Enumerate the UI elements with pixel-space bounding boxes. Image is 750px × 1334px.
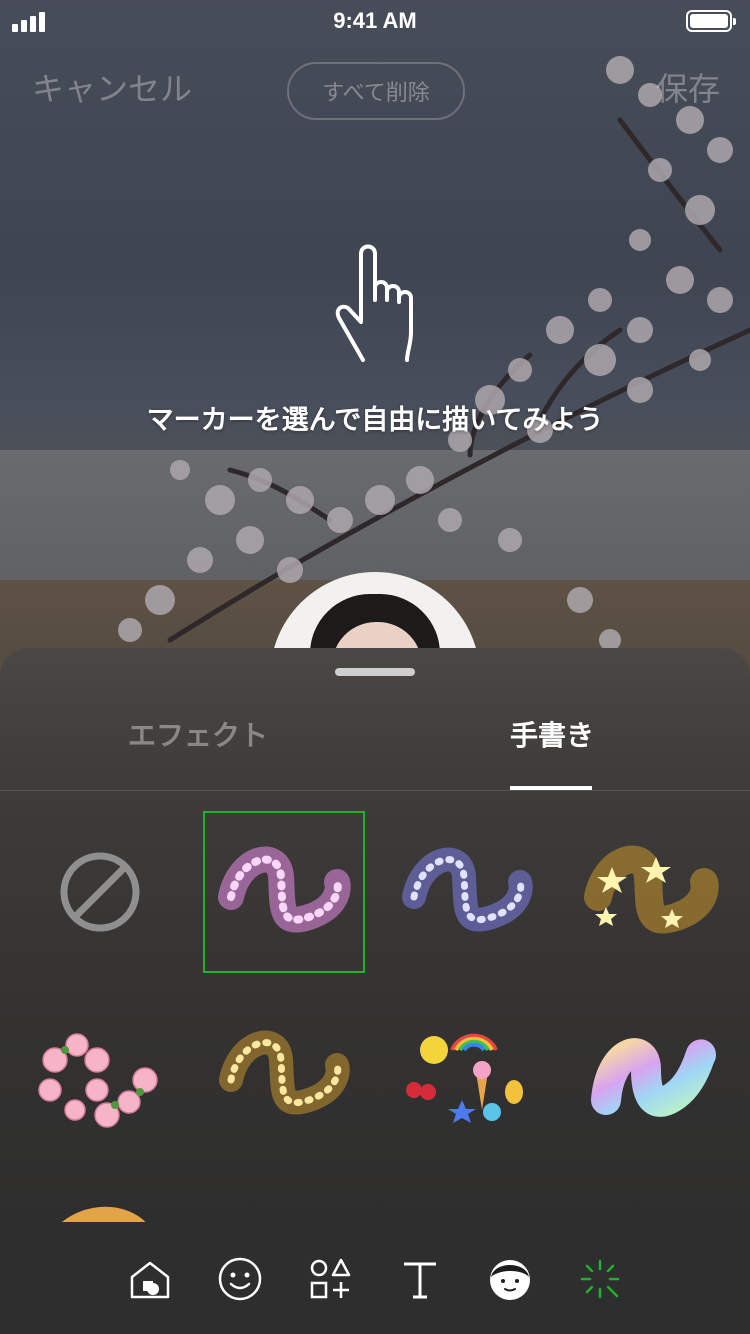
tool-avatar[interactable] xyxy=(483,1252,537,1306)
marker-pink-sparkle[interactable] xyxy=(203,811,365,973)
marker-blue-sparkle[interactable] xyxy=(388,813,546,971)
tool-text[interactable] xyxy=(393,1252,447,1306)
status-bar: 9:41 AM xyxy=(0,0,750,44)
stickers-marker-icon xyxy=(406,1033,523,1123)
cancel-button[interactable]: キャンセル xyxy=(32,64,192,110)
marker-cherry-blossom[interactable] xyxy=(21,996,179,1154)
marker-stickers[interactable] xyxy=(388,996,546,1154)
pink-sparkle-marker-icon xyxy=(218,846,351,933)
sparkle-brush-icon xyxy=(580,1259,620,1299)
bottom-toolbar xyxy=(0,1222,750,1334)
background-icon xyxy=(130,1261,170,1299)
gold-sparkle-marker-icon xyxy=(219,1030,350,1115)
drawing-hint: マーカーを選んで自由に描いてみよう xyxy=(146,405,604,436)
tab-effect[interactable]: エフェクト xyxy=(128,714,268,754)
gold-stars-marker-icon xyxy=(584,845,719,934)
emoji-icon xyxy=(218,1257,262,1301)
marker-none[interactable] xyxy=(21,813,179,971)
save-button[interactable]: 保存 xyxy=(656,64,720,110)
battery-icon xyxy=(686,10,736,32)
tab-divider xyxy=(0,790,750,791)
delete-all-button[interactable]: すべて削除 xyxy=(287,62,465,120)
tool-shapes[interactable] xyxy=(303,1252,357,1306)
cherry-blossom-marker-icon xyxy=(38,1033,158,1128)
prohibited-icon xyxy=(60,852,140,932)
marker-rainbow-gradient[interactable] xyxy=(572,996,730,1154)
marker-gold-stars[interactable] xyxy=(572,813,730,971)
text-icon xyxy=(404,1262,436,1299)
tab-handwriting[interactable]: 手書き xyxy=(510,714,594,754)
tool-emoji[interactable] xyxy=(213,1252,267,1306)
tool-background[interactable] xyxy=(123,1252,177,1306)
status-time: 9:41 AM xyxy=(333,8,417,33)
tool-sparkle-brush[interactable] xyxy=(573,1252,627,1306)
shapes-icon xyxy=(310,1258,351,1299)
marker-gold-sparkle[interactable] xyxy=(205,996,363,1154)
rainbow-gradient-marker-icon xyxy=(591,1038,716,1117)
marker-sheet: エフェクト 手書き xyxy=(0,648,750,1334)
blue-sparkle-marker-icon xyxy=(402,847,533,932)
avatar-icon xyxy=(490,1260,530,1300)
pointing-hand-icon xyxy=(335,244,413,362)
sheet-grabber[interactable] xyxy=(335,668,415,676)
